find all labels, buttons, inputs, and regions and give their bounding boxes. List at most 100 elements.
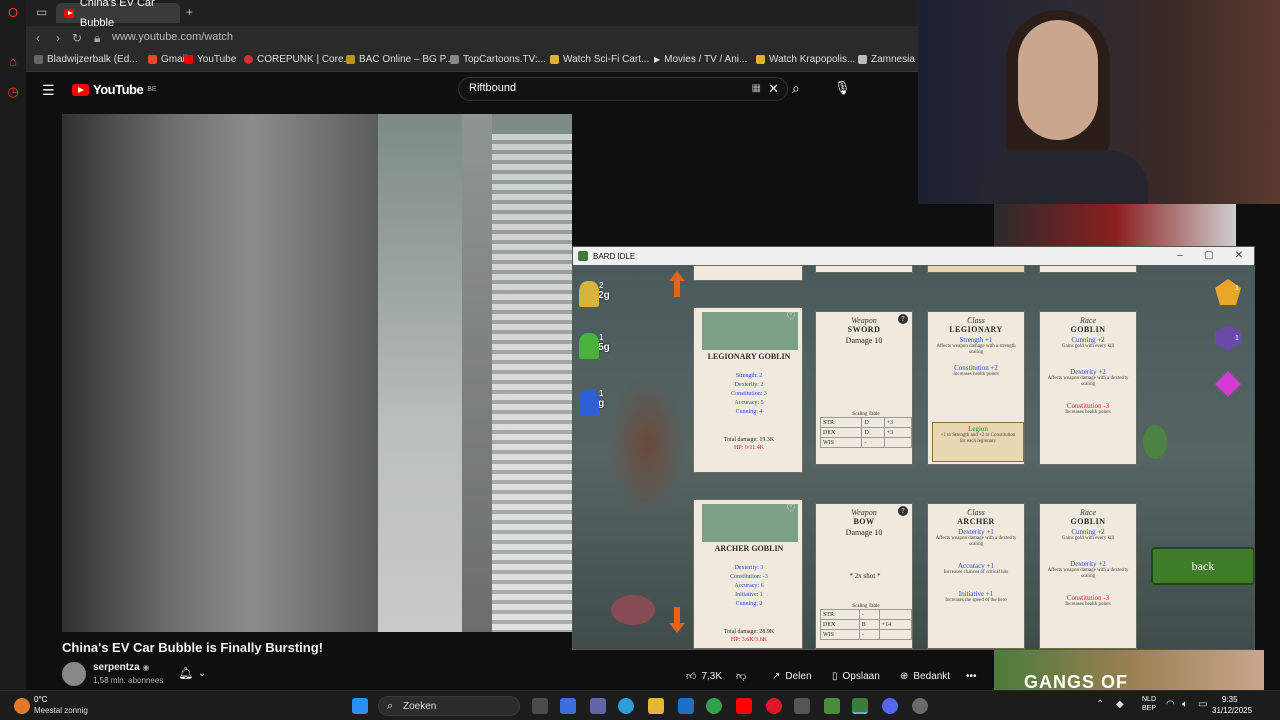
favorite-heart-icon[interactable]: ♡ bbox=[786, 310, 796, 323]
help-icon[interactable]: ? bbox=[898, 506, 908, 516]
chrome-icon[interactable] bbox=[706, 698, 722, 714]
character-stats: Strength: 2 Dexterity: 2 Constitution: 3… bbox=[731, 373, 767, 415]
calculator-icon[interactable] bbox=[794, 698, 810, 714]
webcam-person-face bbox=[1018, 20, 1098, 140]
scroll-down-arrow-icon[interactable] bbox=[669, 607, 685, 633]
taskbar-search[interactable]: ⌕ Zoeken bbox=[378, 696, 520, 716]
scroll-up-arrow-icon[interactable] bbox=[669, 271, 685, 297]
blood-splatter bbox=[611, 595, 655, 625]
bac-icon bbox=[346, 55, 355, 64]
discord-icon[interactable] bbox=[882, 698, 898, 714]
tab-youtube[interactable]: China's EV Car Bubble bbox=[56, 0, 180, 29]
hero-sprite bbox=[579, 333, 599, 359]
party-slot[interactable]: 2 102g bbox=[579, 281, 619, 307]
url-field[interactable]: www.youtube.com/watch bbox=[112, 31, 233, 43]
microphone-icon[interactable]: 🎙︎ bbox=[834, 80, 851, 96]
bookmark-item[interactable]: Gmail bbox=[148, 54, 187, 65]
scaling-table: Scaling Table STR D +3 DEX D +3 WIS - bbox=[819, 412, 913, 448]
favorite-heart-icon[interactable]: ♡ bbox=[786, 502, 796, 515]
task-view-icon[interactable] bbox=[532, 698, 548, 714]
back-icon[interactable]: ‹ bbox=[36, 31, 40, 45]
battery-icon[interactable]: ▭ bbox=[1198, 699, 1207, 710]
keyboard-icon[interactable]: ▦ bbox=[752, 83, 761, 94]
weather-temperature[interactable]: 0°C bbox=[34, 695, 47, 704]
file-explorer-icon[interactable] bbox=[648, 698, 664, 714]
bard-idle-taskbar-icon[interactable] bbox=[852, 698, 868, 714]
store-icon[interactable] bbox=[560, 698, 576, 714]
youtube-app-icon[interactable] bbox=[736, 698, 752, 714]
sidebar-history-icon[interactable]: ◷ bbox=[5, 84, 21, 100]
obs-icon[interactable] bbox=[912, 698, 928, 714]
language-indicator[interactable]: NLD BEP bbox=[1142, 695, 1156, 713]
new-tab-icon[interactable]: + bbox=[186, 5, 193, 19]
minimize-icon[interactable]: – bbox=[1173, 250, 1187, 261]
thanks-button[interactable]: ⊕ Bedankt bbox=[900, 666, 950, 686]
windows-start-icon[interactable] bbox=[352, 698, 368, 714]
back-button[interactable]: back bbox=[1151, 547, 1254, 585]
class-card[interactable]: Class LEGIONARY Strength +1 Affects weap… bbox=[927, 311, 1025, 465]
clock-time[interactable]: 9:35 bbox=[1222, 695, 1238, 704]
weapon-card[interactable]: ? Weapon SWORD Damage 10 Scaling Table S… bbox=[815, 311, 913, 465]
bookmark-item[interactable]: ▶ Movies / TV / Ani... bbox=[654, 54, 747, 65]
character-card[interactable]: ♡ ARCHER GOBLIN Dexterity: 3 Constitutio… bbox=[693, 499, 803, 649]
edge-icon[interactable] bbox=[618, 698, 634, 714]
bookmark-item[interactable]: Watch Krapopolis... bbox=[756, 54, 855, 65]
bookmark-item[interactable]: COREPUNK | Core... bbox=[244, 54, 352, 65]
bookmark-item[interactable]: Watch Sci-Fi Cart... bbox=[550, 54, 649, 65]
share-button[interactable]: ↗ Delen bbox=[772, 666, 812, 686]
pink-crystal-icon[interactable] bbox=[1215, 371, 1241, 397]
tray-app-icon[interactable]: ◆ bbox=[1116, 699, 1124, 710]
dislike-button[interactable]: 👎︎ bbox=[736, 666, 746, 686]
webcam-person-body bbox=[978, 150, 1148, 204]
opera-logo-icon[interactable]: O bbox=[5, 5, 21, 21]
save-button[interactable]: ▯ Opslaan bbox=[832, 666, 880, 686]
youtube-icon bbox=[184, 55, 193, 64]
weather-icon[interactable] bbox=[14, 698, 30, 714]
bookmark-item[interactable]: BAC Online – BG P... bbox=[346, 54, 453, 65]
youtube-logo[interactable]: YouTube BE bbox=[72, 82, 157, 97]
bookmark-item[interactable]: TopCartoons.TV:... bbox=[450, 54, 546, 65]
gold-gem-icon[interactable] bbox=[1215, 279, 1241, 305]
race-card[interactable]: Race GOBLIN Cunning +2 Gains gold with e… bbox=[1039, 311, 1137, 465]
search-input[interactable] bbox=[469, 82, 739, 94]
bookmark-item[interactable]: Zamnesia bbox=[858, 54, 915, 65]
clear-search-icon[interactable]: ✕ bbox=[768, 81, 779, 97]
channel-avatar[interactable] bbox=[62, 662, 86, 686]
sidebar-home-icon[interactable]: ⌂ bbox=[5, 54, 21, 70]
notification-bell-icon[interactable]: 🔔︎ bbox=[178, 666, 193, 680]
opera-icon[interactable] bbox=[766, 698, 782, 714]
character-card[interactable]: ♡ LEGIONARY GOBLIN Strength: 2 Dexterity… bbox=[693, 307, 803, 473]
wifi-icon[interactable]: ◠ bbox=[1166, 699, 1175, 710]
card-partial bbox=[815, 265, 913, 273]
taskbar: 0°C Meestal zonnig ⌕ Zoeken ⌃ ◆ NLD BEP … bbox=[0, 690, 1280, 720]
party-slot[interactable]: 1 145g bbox=[579, 333, 619, 359]
teams-icon[interactable] bbox=[590, 698, 606, 714]
close-icon[interactable]: ✕ bbox=[1232, 250, 1246, 261]
tray-chevron-icon[interactable]: ⌃ bbox=[1096, 699, 1104, 710]
chevron-down-icon[interactable]: ⌄ bbox=[198, 668, 206, 679]
maximize-icon[interactable]: ▢ bbox=[1202, 250, 1216, 261]
channel-name[interactable]: serpentza ◉ bbox=[93, 662, 149, 673]
like-button[interactable]: 👍︎ 7,3K bbox=[686, 666, 722, 686]
outlook-icon[interactable] bbox=[678, 698, 694, 714]
bookmarks-bar: Bladwijzerbalk (Ed... Gmail YouTube CORE… bbox=[26, 50, 918, 72]
class-card[interactable]: Class ARCHER Dexterity +1 Affects weapon… bbox=[927, 503, 1025, 649]
help-icon[interactable]: ? bbox=[898, 314, 908, 324]
tab-list-icon[interactable]: ▭ bbox=[36, 5, 47, 19]
menu-icon[interactable]: ☰ bbox=[42, 82, 55, 99]
forward-icon[interactable]: › bbox=[56, 31, 60, 45]
game-launcher-icon[interactable] bbox=[824, 698, 840, 714]
reload-icon[interactable]: ↻ bbox=[72, 31, 82, 45]
race-card[interactable]: Race GOBLIN Cunning +2 Gains gold with e… bbox=[1039, 503, 1137, 649]
more-actions-button[interactable]: ••• bbox=[966, 666, 977, 686]
search-icon[interactable]: ⌕ bbox=[792, 80, 800, 97]
bookmark-item[interactable]: Bladwijzerbalk (Ed... bbox=[34, 54, 138, 65]
bookmark-item[interactable]: YouTube bbox=[184, 54, 236, 65]
video-parked-cars bbox=[492, 134, 572, 632]
volume-icon[interactable]: 🔈︎ bbox=[1182, 699, 1188, 710]
weather-description[interactable]: Meestal zonnig bbox=[34, 706, 88, 715]
weapon-card[interactable]: ? Weapon BOW Damage 10 * 2x shot * Scali… bbox=[815, 503, 913, 649]
clock-date[interactable]: 31/12/2025 bbox=[1212, 706, 1252, 715]
stream-overlay-strip bbox=[994, 204, 1236, 246]
video-player[interactable] bbox=[62, 114, 572, 632]
